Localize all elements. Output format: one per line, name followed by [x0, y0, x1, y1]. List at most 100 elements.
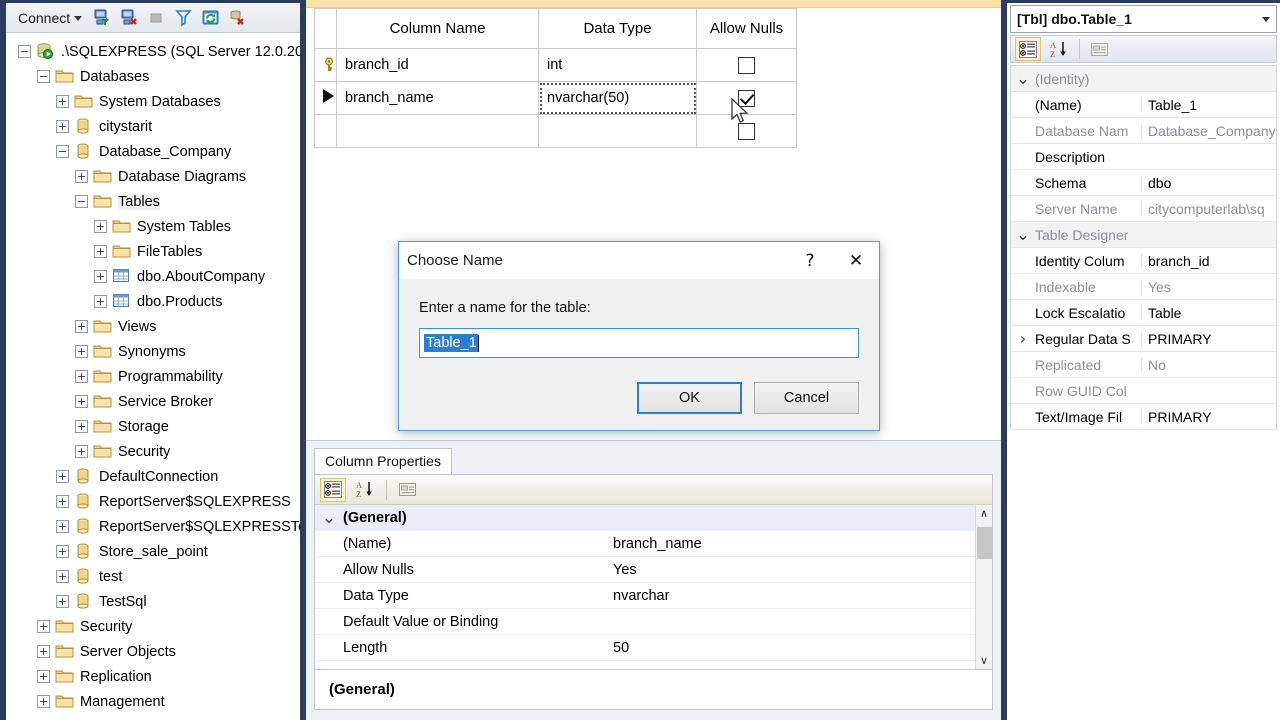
property-value[interactable]: PRIMARY — [1141, 330, 1276, 347]
expand-toggle-icon[interactable]: + — [75, 370, 88, 383]
chevron-down-icon[interactable]: ⌄ — [315, 509, 343, 526]
connect-button[interactable]: Connect — [14, 8, 86, 28]
tree-node-filetables[interactable]: + FileTables — [6, 239, 300, 264]
alphabetical-icon[interactable]: A Z — [1046, 37, 1072, 61]
tree-node-security[interactable]: + Security — [6, 439, 300, 464]
tree-node-testsql[interactable]: + TestSql — [6, 589, 300, 614]
property-row[interactable]: › Regular Data S PRIMARY — [1011, 326, 1276, 352]
expand-toggle-icon[interactable]: + — [94, 270, 107, 283]
expand-toggle-icon[interactable]: + — [75, 170, 88, 183]
property-value[interactable]: Table — [1141, 304, 1276, 321]
expand-toggle-icon[interactable]: + — [56, 570, 69, 583]
property-row[interactable]: Description — [1011, 144, 1276, 170]
collapse-toggle-icon[interactable]: − — [56, 145, 69, 158]
allow-nulls-checkbox[interactable] — [738, 122, 755, 140]
property-row[interactable]: Text/Image Fil PRIMARY — [1011, 404, 1276, 430]
expand-toggle-icon[interactable]: + — [75, 445, 88, 458]
property-row[interactable]: Row GUID Col — [1011, 378, 1276, 404]
header-column-name[interactable]: Column Name — [336, 8, 539, 49]
tree-node-reportserver-sqlexpresste[interactable]: + ReportServer$SQLEXPRESSTe — [6, 514, 300, 539]
property-value[interactable]: Database_Company — [1141, 122, 1276, 139]
tree-node-tables[interactable]: − Tables — [6, 189, 300, 214]
categorized-icon[interactable] — [320, 477, 346, 502]
expand-toggle-icon[interactable]: + — [37, 695, 50, 708]
expand-toggle-icon[interactable]: + — [37, 645, 50, 658]
tree-node-databases[interactable]: − Databases — [6, 64, 300, 89]
tree-node-sqlexpress-sql-server-12-0-2000[interactable]: − .\SQLEXPRESS (SQL Server 12.0.2000 — [6, 39, 300, 64]
column-definition-grid[interactable]: Column Name Data Type Allow Nulls branch… — [314, 8, 797, 148]
ok-button[interactable]: OK — [637, 382, 742, 414]
property-pages-icon[interactable] — [1087, 37, 1113, 61]
alphabetical-icon[interactable]: A Z — [352, 478, 378, 502]
property-value[interactable]: PRIMARY — [1141, 408, 1276, 425]
object-explorer-tree[interactable]: − .\SQLEXPRESS (SQL Server 12.0.2000− Data… — [6, 33, 300, 720]
connect-db-icon[interactable] — [91, 7, 113, 29]
allow-nulls-checkbox[interactable] — [738, 56, 755, 74]
expand-toggle-icon[interactable]: + — [37, 670, 50, 683]
property-row[interactable]: Lock Escalatio Table — [1011, 300, 1276, 326]
property-value[interactable]: branch_name — [613, 536, 992, 552]
tab-column-properties[interactable]: Column Properties — [314, 448, 452, 474]
column-properties-scrollbar[interactable]: ∧ ∨ — [975, 505, 992, 669]
property-row[interactable]: Data Type nvarchar — [315, 583, 992, 609]
tree-node-views[interactable]: + Views — [6, 314, 300, 339]
filter-icon[interactable] — [172, 7, 194, 29]
collapse-toggle-icon[interactable]: − — [37, 70, 50, 83]
property-row[interactable]: Replicated No — [1011, 352, 1276, 378]
tree-node-server-objects[interactable]: + Server Objects — [6, 639, 300, 664]
expand-toggle-icon[interactable]: + — [56, 120, 69, 133]
row-selector-cell[interactable] — [314, 48, 337, 82]
property-value[interactable]: No — [1141, 356, 1276, 373]
header-allow-nulls[interactable]: Allow Nulls — [696, 8, 797, 49]
row-selector-cell[interactable] — [314, 81, 337, 115]
scroll-up-arrow-icon[interactable]: ∧ — [980, 505, 988, 522]
expand-toggle-icon[interactable]: + — [75, 395, 88, 408]
property-value[interactable]: citycomputerlab\sq — [1141, 200, 1276, 217]
table-name-input[interactable]: Table_1 — [419, 328, 859, 358]
table-row[interactable] — [314, 114, 797, 148]
table-row[interactable]: branch_name nvarchar(50) — [314, 81, 797, 115]
cell-column-name[interactable]: branch_id — [336, 48, 539, 82]
property-value[interactable]: Table_1 — [1141, 96, 1276, 113]
cell-allow-nulls[interactable] — [696, 81, 797, 115]
expand-toggle-icon[interactable]: + — [75, 420, 88, 433]
tree-node-synonyms[interactable]: + Synonyms — [6, 339, 300, 364]
property-row[interactable]: (Name) Table_1 — [1011, 92, 1276, 118]
tree-node-database-company[interactable]: − Database_Company — [6, 139, 300, 164]
disconnect-db-icon[interactable] — [118, 7, 140, 29]
property-value[interactable]: branch_id — [1141, 252, 1276, 269]
column-properties-grid[interactable]: ⌄ (General) (Name) branch_name Allow Nulls Ye… — [315, 505, 992, 661]
tree-node-security[interactable]: + Security — [6, 614, 300, 639]
cell-column-name[interactable]: branch_name — [336, 81, 539, 115]
cell-allow-nulls[interactable] — [696, 48, 797, 82]
property-row[interactable]: Default Value or Binding — [315, 609, 992, 635]
tree-node-storage[interactable]: + Storage — [6, 414, 300, 439]
tree-node-citystarit[interactable]: + citystarit — [6, 114, 300, 139]
chevron-right-icon[interactable]: › — [1011, 329, 1035, 348]
expand-toggle-icon[interactable]: + — [56, 595, 69, 608]
property-row[interactable]: Identity Colum branch_id — [1011, 248, 1276, 274]
property-row[interactable]: Length 50 — [315, 635, 992, 661]
property-row[interactable]: Server Name citycomputerlab\sq — [1011, 196, 1276, 222]
refresh-icon[interactable] — [199, 7, 221, 29]
tree-node-defaultconnection[interactable]: + DefaultConnection — [6, 464, 300, 489]
property-pages-icon[interactable] — [395, 478, 421, 502]
expand-toggle-icon[interactable]: + — [56, 545, 69, 558]
tree-node-management[interactable]: + Management — [6, 689, 300, 714]
table-row[interactable]: branch_id int — [314, 48, 797, 82]
cell-column-name[interactable] — [336, 114, 539, 148]
close-icon[interactable]: ✕ — [833, 242, 879, 279]
tree-node-system-databases[interactable]: + System Databases — [6, 89, 300, 114]
tree-node-reportserver-sqlexpress[interactable]: + ReportServer$SQLEXPRESS — [6, 489, 300, 514]
header-data-type[interactable]: Data Type — [538, 8, 697, 49]
chevron-down-icon[interactable]: ⌄ — [1011, 70, 1035, 87]
cell-data-type[interactable]: int — [538, 48, 697, 82]
tree-node-dbo-aboutcompany[interactable]: + dbo.AboutCompany — [6, 264, 300, 289]
allow-nulls-checkbox[interactable] — [738, 89, 755, 107]
properties-pane-grid[interactable]: ⌄ (Identity) (Name) Table_1 Database Nam Data… — [1010, 65, 1277, 430]
cell-data-type[interactable] — [538, 114, 697, 148]
tree-node-store-sale-point[interactable]: + Store_sale_point — [6, 539, 300, 564]
row-selector-cell[interactable] — [314, 114, 337, 148]
tree-node-system-tables[interactable]: + System Tables — [6, 214, 300, 239]
tree-node-replication[interactable]: + Replication — [6, 664, 300, 689]
